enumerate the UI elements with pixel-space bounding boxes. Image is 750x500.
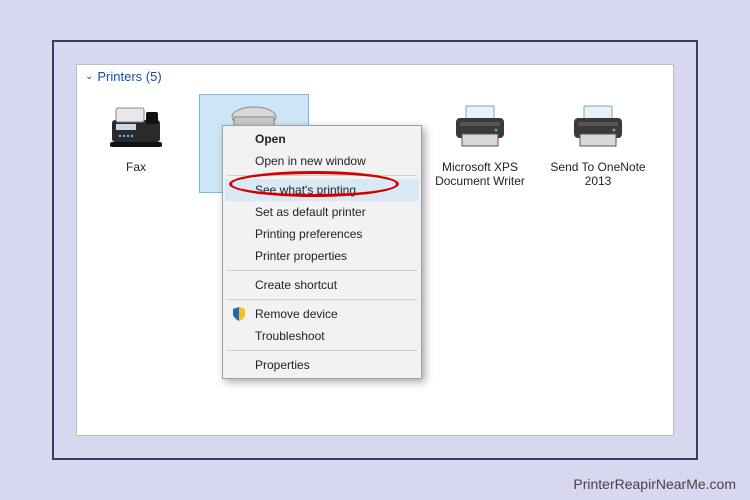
watermark-text: PrinterReapirNearMe.com <box>573 476 736 492</box>
menu-see-whats-printing[interactable]: See what's printing <box>225 179 419 201</box>
menu-separator <box>227 350 417 351</box>
device-fax[interactable]: Fax <box>81 94 191 193</box>
menu-set-default[interactable]: Set as default printer <box>225 201 419 223</box>
device-label: Fax <box>126 160 146 174</box>
device-xps-writer[interactable]: Microsoft XPS Document Writer <box>425 94 535 193</box>
menu-troubleshoot[interactable]: Troubleshoot <box>225 325 419 347</box>
printer-icon <box>448 98 512 154</box>
menu-create-shortcut[interactable]: Create shortcut <box>225 274 419 296</box>
menu-separator <box>227 270 417 271</box>
menu-printing-preferences[interactable]: Printing preferences <box>225 223 419 245</box>
printer-icon <box>566 98 630 154</box>
menu-open-new-window[interactable]: Open in new window <box>225 150 419 172</box>
menu-remove-device[interactable]: Remove device <box>225 303 419 325</box>
menu-printer-properties[interactable]: Printer properties <box>225 245 419 267</box>
menu-properties[interactable]: Properties <box>225 354 419 376</box>
fax-icon <box>104 98 168 154</box>
devices-window: ⌄ Printers (5) <box>76 64 674 436</box>
device-onenote[interactable]: Send To OneNote 2013 <box>543 94 653 193</box>
menu-separator <box>227 299 417 300</box>
chevron-down-icon: ⌄ <box>85 71 93 82</box>
menu-separator <box>227 175 417 176</box>
device-label: Microsoft XPS Document Writer <box>427 160 533 189</box>
section-label: Printers (5) <box>97 69 161 84</box>
menu-remove-label: Remove device <box>255 307 338 321</box>
printers-section-header[interactable]: ⌄ Printers (5) <box>77 65 673 88</box>
outer-frame: ⌄ Printers (5) <box>52 40 698 460</box>
printer-context-menu: Open Open in new window See what's print… <box>222 125 422 379</box>
menu-open[interactable]: Open <box>225 128 419 150</box>
device-label: Send To OneNote 2013 <box>545 160 651 189</box>
shield-icon <box>231 306 247 322</box>
